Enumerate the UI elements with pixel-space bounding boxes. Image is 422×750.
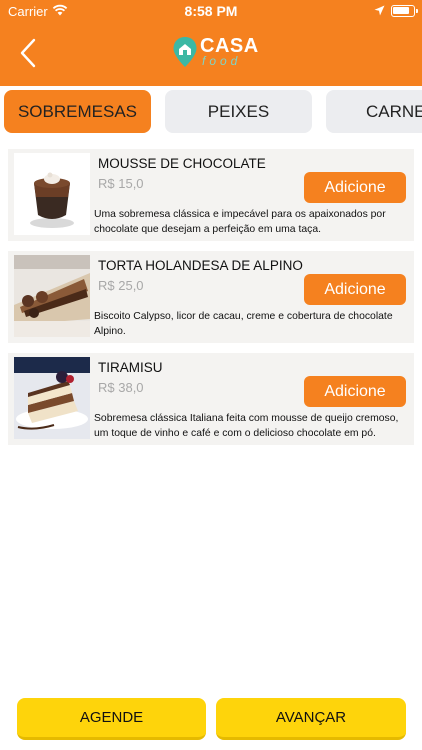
chevron-left-icon	[20, 38, 36, 68]
product-name: TIRAMISU	[98, 360, 163, 375]
app-screen: Carrier 8:58 PM CASA food SOBREMESAS PEI…	[0, 0, 422, 750]
product-description: Uma sobremesa clássica e impecável para …	[94, 209, 386, 235]
product-price: R$ 38,0	[98, 380, 144, 395]
status-bar: Carrier 8:58 PM	[0, 0, 422, 22]
logo-brand-text: CASA	[200, 35, 259, 57]
tab-sobremesas[interactable]: SOBREMESAS	[4, 90, 151, 133]
product-card: TORTA HOLANDESA DE ALPINO R$ 25,0 Adicio…	[8, 251, 414, 343]
location-arrow-icon	[374, 4, 385, 19]
back-button[interactable]	[16, 38, 42, 68]
product-image-tiramisu	[14, 357, 90, 439]
clock: 8:58 PM	[184, 3, 238, 19]
product-image-torta	[14, 255, 90, 337]
product-name: MOUSSE DE CHOCOLATE	[98, 156, 266, 171]
tab-carne[interactable]: CARNE	[326, 90, 422, 133]
product-name: TORTA HOLANDESA DE ALPINO	[98, 258, 303, 273]
add-button[interactable]: Adicione	[304, 172, 406, 203]
add-button[interactable]: Adicione	[304, 274, 406, 305]
product-image-mousse	[14, 153, 90, 235]
schedule-button[interactable]: AGENDE	[17, 698, 206, 740]
tab-peixes[interactable]: PEIXES	[165, 90, 312, 133]
product-description: Biscoito Calypso, licor de cacau, creme …	[94, 311, 393, 337]
logo-sub-text: food	[202, 54, 242, 68]
product-description: Sobremesa clássica Italiana feita com mo…	[94, 413, 399, 439]
product-card: TIRAMISU R$ 38,0 Adicione Sobremesa clás…	[8, 353, 414, 445]
product-price: R$ 15,0	[98, 176, 144, 191]
category-tabs: SOBREMESAS PEIXES CARNE	[0, 86, 422, 138]
next-button[interactable]: AVANÇAR	[216, 698, 406, 740]
add-button[interactable]: Adicione	[304, 376, 406, 407]
product-card: MOUSSE DE CHOCOLATE R$ 15,0 Adicione Uma…	[8, 149, 414, 241]
nav-bar: Carrier 8:58 PM CASA food	[0, 0, 422, 86]
home-pin-icon	[173, 37, 197, 67]
battery-icon	[391, 5, 418, 17]
casa-food-logo: CASA food	[172, 36, 258, 70]
product-price: R$ 25,0	[98, 278, 144, 293]
